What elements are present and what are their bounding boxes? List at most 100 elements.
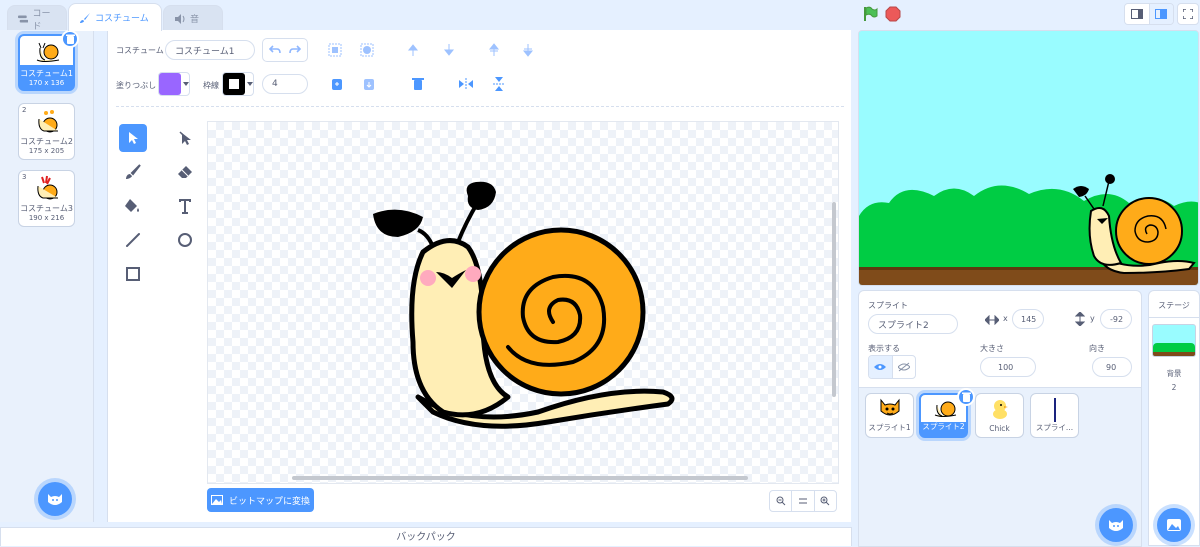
sprite-item-1[interactable]: スプライト1 bbox=[865, 393, 914, 438]
convert-button-label: ビットマップに変換 bbox=[228, 496, 310, 507]
choose-costume-button[interactable] bbox=[38, 482, 72, 516]
choose-backdrop-button[interactable] bbox=[1157, 508, 1191, 542]
reshape-tool[interactable] bbox=[171, 124, 199, 152]
direction-label: 向き bbox=[1089, 344, 1105, 353]
eraser-tool[interactable] bbox=[171, 158, 199, 186]
delete-costume-button[interactable] bbox=[61, 30, 79, 48]
tab-code[interactable]: コード bbox=[7, 5, 67, 32]
direction-input[interactable]: 90 bbox=[1092, 357, 1132, 377]
costume-name-field[interactable]: コスチューム1 bbox=[165, 40, 255, 60]
redo-icon bbox=[289, 45, 301, 54]
ungroup-icon bbox=[360, 43, 374, 57]
circle-tool[interactable] bbox=[171, 226, 199, 254]
small-stage-button[interactable] bbox=[1125, 4, 1149, 24]
flip-horizontal-button[interactable] bbox=[458, 76, 474, 92]
costume-thumbnail bbox=[37, 175, 58, 200]
undo-button[interactable] bbox=[262, 38, 308, 62]
normal-stage-icon bbox=[1155, 9, 1168, 19]
fullscreen-icon bbox=[1183, 9, 1193, 19]
text-tool[interactable] bbox=[171, 192, 199, 220]
vertical-arrows-icon bbox=[1075, 312, 1085, 326]
stop-button[interactable] bbox=[885, 6, 901, 22]
costume-item-2[interactable]: 2 コスチューム2 175 x 205 bbox=[18, 103, 75, 160]
snail-thumbnail bbox=[934, 401, 957, 417]
brush-icon bbox=[126, 164, 141, 179]
stage[interactable] bbox=[858, 30, 1199, 286]
canvas-scrollbar-vertical[interactable] bbox=[832, 202, 836, 397]
delete-button[interactable] bbox=[410, 76, 426, 92]
size-input[interactable]: 100 bbox=[980, 357, 1036, 377]
green-flag-button[interactable] bbox=[862, 6, 878, 22]
select-tool[interactable] bbox=[119, 124, 147, 152]
zoom-in-icon bbox=[820, 496, 830, 506]
costume-size: 175 x 205 bbox=[28, 147, 65, 155]
arrow-pointer-icon bbox=[129, 132, 138, 144]
undo-icon bbox=[269, 45, 281, 54]
paint-editor: コスチューム コスチューム1 塗りつぶし 枠線 4 ビットマップに変換 bbox=[107, 30, 851, 522]
sprite-item-4[interactable]: スプライ... bbox=[1030, 393, 1079, 438]
normal-stage-button[interactable] bbox=[1148, 4, 1173, 24]
convert-to-bitmap-button[interactable]: ビットマップに変換 bbox=[207, 488, 314, 512]
cat-icon bbox=[1109, 520, 1123, 531]
backdrop-label: 背景 bbox=[1166, 369, 1182, 378]
text-icon bbox=[179, 199, 191, 214]
forward-button[interactable] bbox=[405, 42, 421, 58]
sprite-item-3[interactable]: Chick bbox=[975, 393, 1024, 438]
stage-size-toggle bbox=[1124, 3, 1174, 25]
hide-button[interactable] bbox=[891, 356, 916, 378]
sprite-name: スプライ... bbox=[1035, 423, 1074, 432]
flip-vertical-button[interactable] bbox=[491, 76, 507, 92]
canvas-scrollbar-horizontal[interactable] bbox=[292, 476, 748, 480]
outline-color-picker[interactable] bbox=[222, 72, 254, 96]
image-icon bbox=[210, 495, 223, 505]
copy-button[interactable] bbox=[329, 76, 345, 92]
zoom-controls bbox=[769, 490, 837, 512]
paint-canvas[interactable] bbox=[207, 121, 839, 484]
costume-name: コスチューム1 bbox=[20, 69, 73, 78]
eye-slash-icon bbox=[897, 362, 910, 372]
bucket-icon bbox=[125, 199, 139, 212]
outline-size-input[interactable]: 4 bbox=[262, 74, 308, 94]
costume-name: コスチューム2 bbox=[20, 137, 73, 146]
choose-sprite-button[interactable] bbox=[1099, 508, 1133, 542]
ungroup-button[interactable] bbox=[359, 42, 375, 58]
tab-costume-label: コスチューム bbox=[95, 14, 149, 24]
backward-button[interactable] bbox=[441, 42, 457, 58]
cat-thumbnail bbox=[880, 398, 900, 416]
backpack-header[interactable]: バックパック bbox=[0, 527, 852, 546]
flip-horizontal-icon bbox=[459, 78, 473, 90]
stage-panel-title: ステージ bbox=[1158, 301, 1190, 310]
copy-icon bbox=[332, 79, 342, 90]
zoom-in-button[interactable] bbox=[815, 491, 836, 511]
zoom-out-icon bbox=[776, 496, 786, 506]
tab-code-label: コード bbox=[32, 8, 51, 32]
group-button[interactable] bbox=[327, 42, 343, 58]
show-button[interactable] bbox=[869, 356, 892, 378]
outline-color-swatch bbox=[223, 73, 245, 95]
chick-thumbnail bbox=[993, 400, 1008, 419]
tab-sound[interactable]: 音 bbox=[163, 5, 223, 31]
backdrop-thumbnail[interactable] bbox=[1152, 324, 1196, 357]
size-label: 大きさ bbox=[980, 344, 1004, 353]
front-button[interactable] bbox=[486, 42, 502, 58]
costume-item-3[interactable]: 3 コスチューム3 190 x 216 bbox=[18, 170, 75, 227]
paste-button[interactable] bbox=[361, 76, 377, 92]
costume-thumbnail bbox=[38, 110, 58, 133]
zoom-out-button[interactable] bbox=[770, 491, 793, 511]
fullscreen-button[interactable] bbox=[1177, 3, 1199, 25]
snail-drawing bbox=[373, 181, 675, 429]
tab-costume[interactable]: コスチューム bbox=[68, 3, 162, 31]
brush-tool[interactable] bbox=[119, 158, 147, 186]
tab-sound-label: 音 bbox=[190, 15, 200, 25]
rectangle-tool[interactable] bbox=[119, 260, 147, 288]
fill-tool[interactable] bbox=[119, 192, 147, 220]
zoom-reset-button[interactable] bbox=[792, 491, 815, 511]
show-label: 表示する bbox=[868, 344, 900, 353]
x-input[interactable]: 145 bbox=[1012, 309, 1044, 329]
delete-sprite-button[interactable] bbox=[957, 388, 975, 406]
back-button[interactable] bbox=[520, 42, 536, 58]
line-tool[interactable] bbox=[119, 226, 147, 254]
sprite-name-field[interactable]: スプライト2 bbox=[868, 314, 958, 334]
y-input[interactable]: -92 bbox=[1100, 309, 1132, 329]
fill-color-picker[interactable] bbox=[158, 72, 190, 96]
